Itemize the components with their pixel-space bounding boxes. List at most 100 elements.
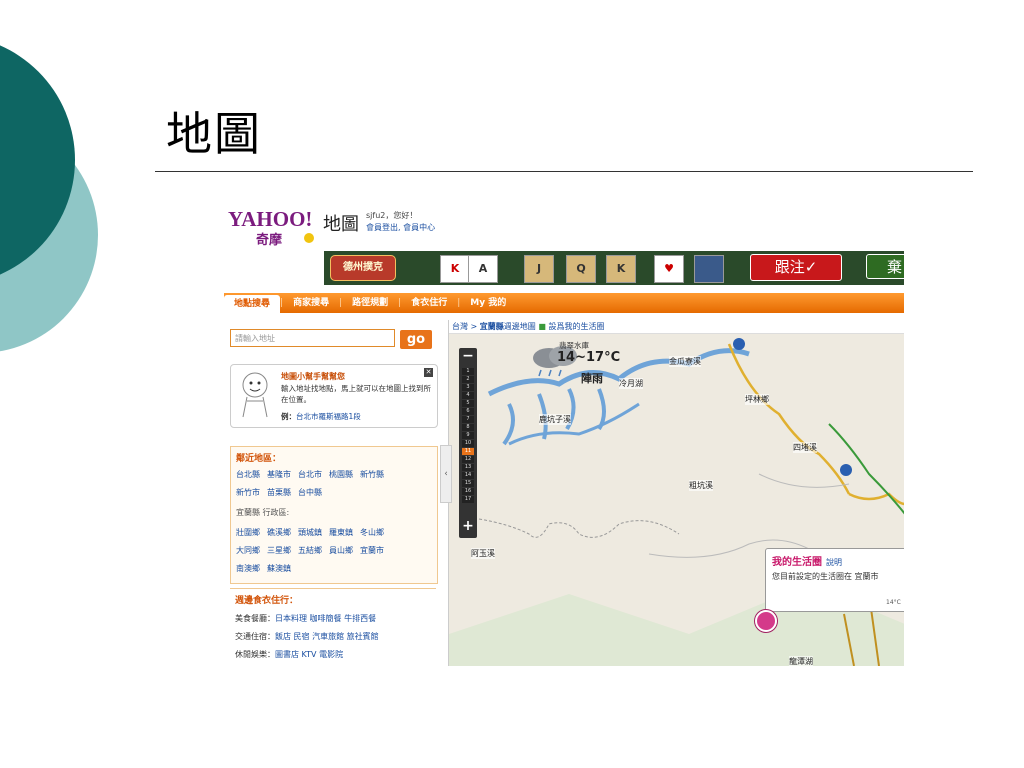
stay-links[interactable]: 飯店 民宿 汽車旅館 旅社賓館: [275, 632, 379, 641]
example-link[interactable]: 台北市羅斯福路1段: [296, 412, 361, 421]
zoom-level[interactable]: 5: [462, 400, 474, 407]
district-link[interactable]: 宜蘭市: [360, 546, 384, 555]
stay-label: 交通住宿：: [235, 632, 275, 641]
playing-card-icon: K: [606, 255, 636, 283]
map-section-title: 地圖: [323, 214, 359, 235]
map-label: 金瓜寮溪: [669, 356, 701, 367]
food-label: 美食餐廳：: [235, 614, 275, 623]
nearby-link[interactable]: 新竹市: [236, 488, 260, 497]
life-circle-title: 我的生活圈 說明: [772, 553, 842, 568]
district-row: 大同鄉 三星鄉 五結鄉 員山鄉 宜蘭市: [236, 545, 391, 556]
title-divider: [155, 171, 973, 172]
zoom-level[interactable]: 17: [462, 496, 474, 503]
set-life-circle-link[interactable]: 設爲我的生活圈: [548, 322, 604, 331]
nearby-link[interactable]: 台北縣: [236, 470, 260, 479]
helper-example: 例：台北市羅斯福路1段: [281, 411, 361, 422]
zoom-level[interactable]: 9: [462, 432, 474, 439]
district-link[interactable]: 羅東鎮: [329, 528, 353, 537]
zoom-level-selected[interactable]: 11: [462, 448, 474, 455]
map-canvas[interactable]: 台灣 > 宜蘭縣週邊地圖 ■ 設爲我的生活圈 − 1 2 3 4 5 6 7 8…: [448, 320, 904, 666]
district-link[interactable]: 蘇澳鎮: [267, 564, 291, 573]
nearby-link[interactable]: 苗栗縣: [267, 488, 291, 497]
map-label: 粗坑溪: [689, 480, 713, 491]
zoom-out-icon[interactable]: −: [459, 348, 477, 364]
user-links[interactable]: 會員登出, 會員中心: [366, 222, 435, 234]
zoom-in-icon[interactable]: +: [459, 518, 477, 534]
life-circle-help-link[interactable]: 說明: [826, 558, 842, 567]
district-link[interactable]: 三星鄉: [267, 546, 291, 555]
map-breadcrumb: 台灣 > 宜蘭縣週邊地圖 ■ 設爲我的生活圈: [449, 320, 904, 334]
collapse-panel-handle[interactable]: ‹: [440, 445, 452, 503]
breadcrumb-county[interactable]: 宜蘭縣: [480, 322, 504, 331]
nearby-title: 鄰近地區：: [236, 454, 282, 464]
map-label: 坪林鄉: [745, 394, 769, 405]
weather-widget: 翡翠水庫 14~17°C 陣雨: [527, 338, 620, 398]
tab-route-planning[interactable]: 路徑規劃: [342, 293, 398, 313]
playing-card-icon: K: [440, 255, 470, 283]
svg-text:YAHOO!: YAHOO!: [228, 207, 312, 231]
address-search-input[interactable]: 請輸入地址: [230, 329, 395, 347]
map-label: 阿玉溪: [471, 548, 495, 559]
zoom-level[interactable]: 14: [462, 472, 474, 479]
district-row: 南澳鄉 蘇澳鎮: [236, 563, 298, 574]
call-button[interactable]: 跟注✓: [750, 254, 842, 281]
zoom-level[interactable]: 2: [462, 376, 474, 383]
stay-row: 交通住宿：飯店 民宿 汽車旅館 旅社賓館: [235, 631, 379, 642]
district-link[interactable]: 壯圍鄉: [236, 528, 260, 537]
playing-card-icon: ♥: [654, 255, 684, 283]
zoom-level[interactable]: 1: [462, 368, 474, 375]
weather-condition: 陣雨: [581, 372, 603, 385]
zoom-level[interactable]: 16: [462, 488, 474, 495]
district-link[interactable]: 五結鄉: [298, 546, 322, 555]
weekly-life-box: 週邊食衣住行： 美食餐廳：日本料理 咖啡簡餐 牛排西餐 交通住宿：飯店 民宿 汽…: [230, 588, 436, 666]
nearby-link[interactable]: 台中縣: [298, 488, 322, 497]
close-icon[interactable]: ✕: [424, 368, 433, 377]
district-link[interactable]: 南澳鄉: [236, 564, 260, 573]
map-label: 鹿坑子溪: [539, 414, 571, 425]
life-circle-title-text: 我的生活圈: [772, 557, 822, 568]
fun-links[interactable]: 圖書店 KTV 電影院: [275, 650, 343, 659]
county-district-label: 宜蘭縣 行政區:: [236, 508, 290, 517]
tab-location-search[interactable]: 地點搜尋: [224, 295, 281, 313]
zoom-level[interactable]: 13: [462, 464, 474, 471]
map-label: 四堵溪: [793, 442, 817, 453]
zoom-level[interactable]: 3: [462, 384, 474, 391]
map-label: 冷月湖: [619, 378, 643, 389]
zoom-level[interactable]: 6: [462, 408, 474, 415]
tab-daily-life[interactable]: 食衣住行: [401, 293, 457, 313]
district-row: 壯圍鄉 礁溪鄉 頭城鎮 羅東鎮 冬山鄉: [236, 527, 391, 538]
zoom-level[interactable]: 10: [462, 440, 474, 447]
yahoo-logo[interactable]: YAHOO! 奇摩: [226, 207, 322, 250]
poker-banner-ad[interactable]: 德州撲克 K A J Q K ♥ 跟注✓ 棄: [224, 249, 904, 288]
district-link[interactable]: 礁溪鄉: [267, 528, 291, 537]
district-link[interactable]: 冬山鄉: [360, 528, 384, 537]
zoom-control[interactable]: − 1 2 3 4 5 6 7 8 9 10 11 12 13 14 15 16…: [459, 348, 477, 538]
zoom-level[interactable]: 7: [462, 416, 474, 423]
nearby-row: 台北縣 基隆市 台北市 桃園縣 新竹縣: [236, 469, 391, 480]
map-helper-box: 地圖小幫手幫幫您 輸入地址找地點，馬上就可以在地圖上找到所在位置。 例：台北市羅…: [230, 364, 438, 428]
breadcrumb-region[interactable]: 台灣: [452, 322, 468, 331]
zoom-level[interactable]: 8: [462, 424, 474, 431]
district-link[interactable]: 頭城鎮: [298, 528, 322, 537]
nearby-link[interactable]: 基隆市: [267, 470, 291, 479]
location-pin-icon[interactable]: [755, 610, 777, 632]
district-link[interactable]: 員山鄉: [329, 546, 353, 555]
zoom-level[interactable]: 4: [462, 392, 474, 399]
food-links[interactable]: 日本料理 咖啡簡餐 牛排西餐: [275, 614, 376, 623]
left-panel: 請輸入地址 go 地圖小幫手幫幫您 輸入地址找地點，馬上就可以在地圖上找到所在位…: [224, 320, 446, 666]
nearby-link[interactable]: 桃園縣: [329, 470, 353, 479]
weekly-title: 週邊食衣住行：: [235, 596, 299, 606]
map-terrain: [449, 334, 904, 666]
fold-button[interactable]: 棄: [866, 254, 904, 279]
go-button[interactable]: go: [400, 330, 432, 349]
zoom-level[interactable]: 12: [462, 456, 474, 463]
district-link[interactable]: 大同鄉: [236, 546, 260, 555]
main-nav: 地點搜尋 | 商家搜尋 | 路徑規劃 | 食衣住行 | My 我的: [224, 293, 904, 313]
tab-business-search[interactable]: 商家搜尋: [283, 293, 339, 313]
nearby-areas-box: 鄰近地區： 台北縣 基隆市 台北市 桃園縣 新竹縣 新竹市 苗栗縣 台中縣 宜蘭縣 行政區:…: [230, 446, 438, 584]
nearby-link[interactable]: 台北市: [298, 470, 322, 479]
life-circle-popup: 我的生活圈 說明 您目前設定的生活圈在 宜蘭市 14°C: [765, 548, 904, 612]
nearby-link[interactable]: 新竹縣: [360, 470, 384, 479]
tab-my[interactable]: My 我的: [460, 293, 516, 313]
zoom-level[interactable]: 15: [462, 480, 474, 487]
